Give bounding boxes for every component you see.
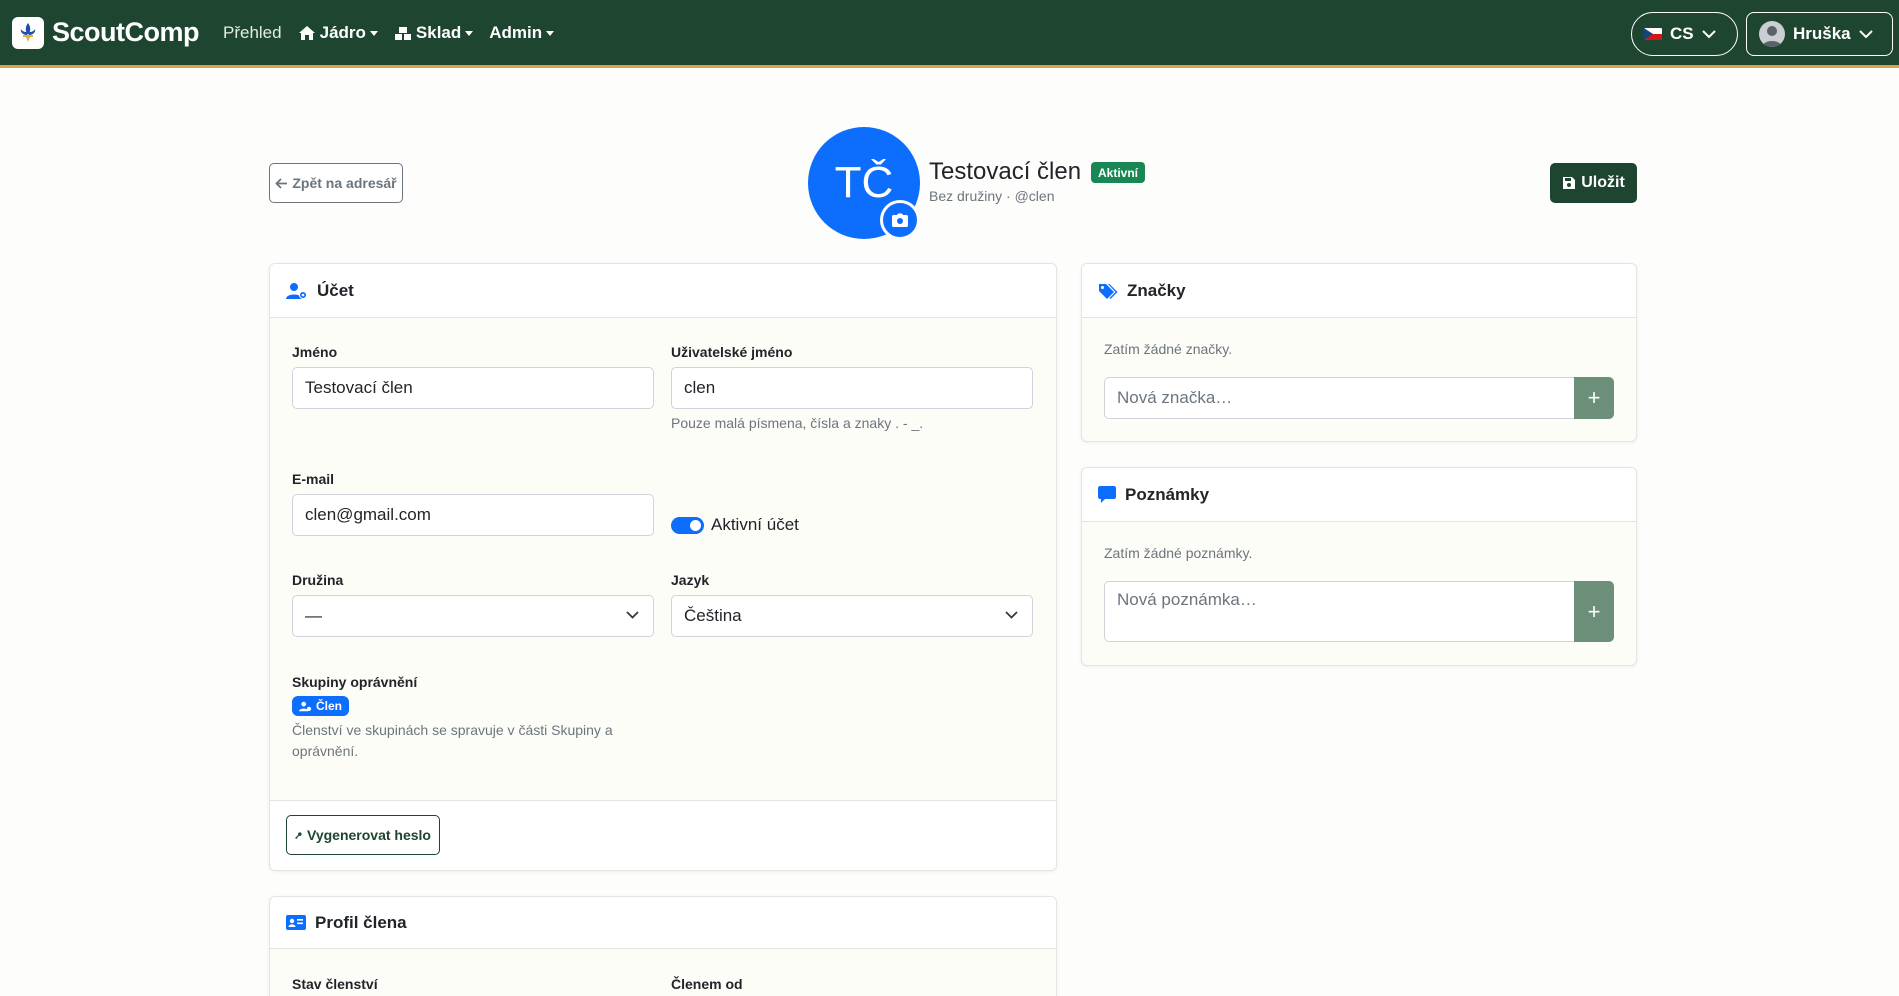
account-card-title: Účet bbox=[317, 280, 354, 300]
navbar-right: CS Hruška bbox=[1631, 12, 1893, 56]
nav-overview-label: Přehled bbox=[223, 22, 282, 42]
warehouse-icon bbox=[394, 26, 411, 40]
back-to-directory-button[interactable]: Zpět na adresář bbox=[269, 163, 403, 203]
language-select[interactable]: Čeština bbox=[671, 595, 1033, 637]
notes-empty-text: Zatím žádné poznámky. bbox=[1104, 545, 1253, 561]
username-input[interactable]: clen bbox=[671, 367, 1033, 409]
chevron-down-icon bbox=[626, 611, 639, 619]
comment-icon bbox=[1098, 486, 1116, 503]
new-tag-input[interactable]: Nová značka… bbox=[1104, 377, 1575, 419]
member-profile-card-header: Profil člena bbox=[270, 897, 1056, 949]
nav-admin-dropdown[interactable]: Admin bbox=[489, 22, 555, 43]
name-label: Jméno bbox=[292, 344, 338, 360]
language-label: CS bbox=[1670, 24, 1694, 43]
nav-admin-label: Admin bbox=[489, 22, 543, 42]
brand-name: ScoutComp bbox=[52, 17, 200, 47]
tags-icon bbox=[1099, 283, 1118, 299]
active-account-toggle[interactable] bbox=[671, 517, 704, 534]
chevron-down-icon bbox=[1858, 29, 1873, 38]
member-profile-card: Profil člena Stav členství Členem od bbox=[269, 896, 1057, 996]
caret-down-icon bbox=[465, 31, 474, 36]
nav-core-label: Jádro bbox=[319, 22, 366, 42]
tags-card-header: Značky bbox=[1082, 264, 1636, 318]
key-icon bbox=[295, 831, 302, 839]
language-select-value: Čeština bbox=[684, 606, 742, 625]
permission-groups-label: Skupiny oprávnění bbox=[292, 674, 418, 690]
generate-password-label: Vygenerovat heslo bbox=[307, 827, 431, 843]
save-button-label: Uložit bbox=[1581, 174, 1625, 191]
nav-core-dropdown[interactable]: Jádro bbox=[298, 23, 378, 43]
patrol-select-value: — bbox=[305, 606, 322, 625]
avatar-initials: TČ bbox=[834, 158, 894, 207]
account-card-header: Účet bbox=[270, 264, 1056, 318]
user-gear-icon bbox=[286, 282, 307, 299]
tags-card: Značky Zatím žádné značky. Nová značka… … bbox=[1081, 263, 1637, 442]
status-badge: Aktivní bbox=[1091, 162, 1146, 183]
new-note-textarea[interactable]: Nová poznámka… bbox=[1104, 581, 1575, 642]
member-subtitle: Bez družiny · @clen bbox=[929, 188, 1055, 204]
main-nav: Přehled Jádro Sklad Admin bbox=[223, 23, 570, 43]
generate-password-button[interactable]: Vygenerovat heslo bbox=[286, 815, 440, 855]
group-badge-label: Člen bbox=[316, 699, 343, 713]
add-tag-button[interactable]: + bbox=[1574, 377, 1614, 419]
change-photo-button[interactable] bbox=[880, 200, 920, 240]
home-icon bbox=[298, 25, 315, 40]
account-card: Účet Jméno Testovací člen Uživatelské jm… bbox=[269, 263, 1057, 871]
chevron-down-icon bbox=[1701, 29, 1716, 38]
brand[interactable]: ScoutComp bbox=[12, 16, 200, 49]
language-label: Jazyk bbox=[671, 572, 710, 588]
caret-down-icon bbox=[546, 31, 555, 36]
nav-warehouse-dropdown[interactable]: Sklad bbox=[394, 22, 474, 43]
account-card-footer: Vygenerovat heslo bbox=[270, 800, 1056, 870]
czech-flag-icon bbox=[1644, 28, 1662, 40]
tags-card-title: Značky bbox=[1127, 280, 1186, 300]
user-avatar bbox=[1759, 21, 1785, 47]
caret-down-icon bbox=[369, 31, 378, 36]
permission-groups-help-text: Členství ve skupinách se spravuje v část… bbox=[292, 722, 613, 759]
member-since-label: Členem od bbox=[671, 976, 743, 992]
user-name: Hruška bbox=[1793, 24, 1851, 43]
save-button[interactable]: Uložit bbox=[1550, 163, 1637, 203]
tags-empty-text: Zatím žádné značky. bbox=[1104, 341, 1233, 357]
chevron-down-icon bbox=[1005, 611, 1018, 619]
member-name: Testovací člen bbox=[929, 158, 1082, 185]
nav-overview[interactable]: Přehled bbox=[223, 23, 282, 43]
nav-warehouse-label: Sklad bbox=[415, 22, 462, 42]
notes-card-title: Poznámky bbox=[1125, 484, 1210, 504]
patrol-select[interactable]: — bbox=[292, 595, 654, 637]
email-label: E-mail bbox=[292, 471, 335, 487]
email-input[interactable]: clen@gmail.com bbox=[292, 494, 654, 536]
patrol-label: Družina bbox=[292, 572, 344, 588]
membership-status-label: Stav členství bbox=[292, 976, 378, 992]
user-gear-icon bbox=[299, 701, 312, 711]
floppy-disk-icon bbox=[1563, 177, 1576, 189]
arrow-left-icon bbox=[275, 177, 288, 189]
name-input[interactable]: Testovací člen bbox=[292, 367, 654, 409]
add-note-button[interactable]: + bbox=[1574, 581, 1614, 642]
user-menu[interactable]: Hruška bbox=[1746, 12, 1893, 56]
id-card-icon bbox=[286, 915, 306, 930]
camera-icon bbox=[892, 213, 908, 227]
notes-card-header: Poznámky bbox=[1082, 468, 1636, 522]
username-help-text: Pouze malá písmena, čísla a znaky . - _. bbox=[671, 415, 924, 431]
notes-card: Poznámky Zatím žádné poznámky. Nová pozn… bbox=[1081, 467, 1637, 666]
group-badge-member: Člen bbox=[292, 696, 350, 716]
top-navbar: ScoutComp Přehled Jádro Sklad Admin CS H… bbox=[0, 0, 1899, 68]
member-profile-card-title: Profil člena bbox=[315, 912, 407, 932]
back-button-label: Zpět na adresář bbox=[292, 175, 397, 191]
language-switcher[interactable]: CS bbox=[1631, 12, 1738, 56]
username-label: Uživatelské jméno bbox=[671, 344, 793, 360]
fleur-de-lis-logo-icon bbox=[12, 16, 44, 49]
active-account-label: Aktivní účet bbox=[711, 515, 799, 534]
